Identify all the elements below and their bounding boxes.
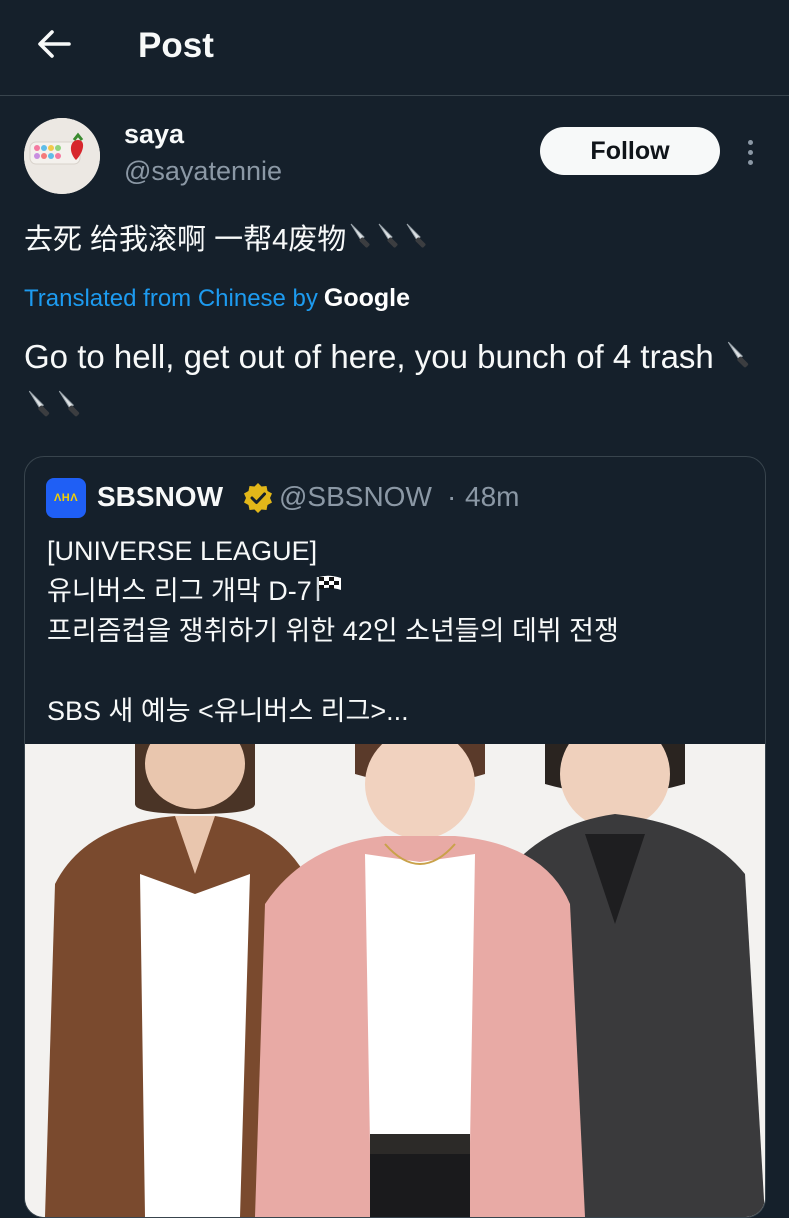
quoted-line: 유니버스 리그 개막 D-7 bbox=[47, 576, 312, 606]
avatar-image bbox=[24, 118, 100, 194]
quoted-post-time[interactable]: 48m bbox=[465, 479, 519, 515]
back-button[interactable] bbox=[34, 24, 74, 64]
author-name[interactable]: saya bbox=[124, 118, 184, 150]
quoted-author-avatar[interactable]: ΛHΛ bbox=[46, 478, 86, 518]
quoted-post-card[interactable]: ΛHΛ SBSNOW @SBSNOW · 48m [UNIVERSE LEAGU… bbox=[24, 456, 766, 1218]
quoted-author-handle[interactable]: @SBSNOW bbox=[279, 479, 432, 515]
quoted-line: [UNIVERSE LEAGUE] bbox=[47, 536, 318, 566]
quoted-author-name[interactable]: SBSNOW bbox=[97, 479, 223, 515]
translation-note[interactable]: Translated from Chinese by Google bbox=[24, 280, 410, 317]
knife-icon bbox=[376, 219, 402, 263]
quoted-line-with-flag: 유니버스 리그 개막 D-7 bbox=[47, 571, 747, 611]
separator-dot: · bbox=[447, 481, 457, 512]
avatar[interactable] bbox=[24, 118, 100, 194]
knife-icon bbox=[404, 219, 430, 263]
knife-icon bbox=[348, 219, 374, 263]
more-options-button[interactable] bbox=[736, 134, 764, 170]
quoted-line: 프리즘컵을 쟁취하기 위한 42인 소년들의 데뷔 전쟁 bbox=[47, 616, 619, 646]
knife-icon bbox=[725, 336, 753, 382]
post-translated-text: Go to hell, get out of here, you bunch o… bbox=[24, 334, 764, 431]
knife-icon bbox=[56, 385, 84, 431]
arrow-left-icon bbox=[38, 30, 71, 58]
quoted-line bbox=[47, 651, 747, 691]
quoted-post-photo bbox=[25, 744, 765, 1217]
quoted-line: SBS 새 예능 <유니버스 리그>... bbox=[47, 696, 409, 726]
quoted-post-text: [UNIVERSE LEAGUE] 유니버스 리그 개막 D-7 프리즘컵을 쟁… bbox=[47, 531, 747, 731]
more-vertical-icon bbox=[747, 139, 753, 145]
follow-button[interactable]: Follow bbox=[540, 127, 720, 175]
page-title: Post bbox=[138, 26, 214, 65]
quoted-post-media[interactable] bbox=[25, 744, 765, 1217]
translation-note-text: Translated from Chinese by bbox=[24, 285, 318, 312]
google-brand: Google bbox=[323, 284, 411, 312]
post-original-text: 去死 给我滚啊 一帮4废物 bbox=[24, 218, 430, 263]
verified-gold-badge-icon bbox=[244, 483, 272, 513]
checkered-flag-icon bbox=[314, 573, 344, 613]
author-handle[interactable]: @sayatennie bbox=[124, 154, 282, 188]
original-text: 去死 给我滚啊 一帮4废物 bbox=[24, 224, 347, 256]
translated-text: Go to hell, get out of here, you bunch o… bbox=[24, 338, 714, 375]
top-bar: Post bbox=[0, 0, 789, 96]
knife-icon bbox=[26, 385, 54, 431]
